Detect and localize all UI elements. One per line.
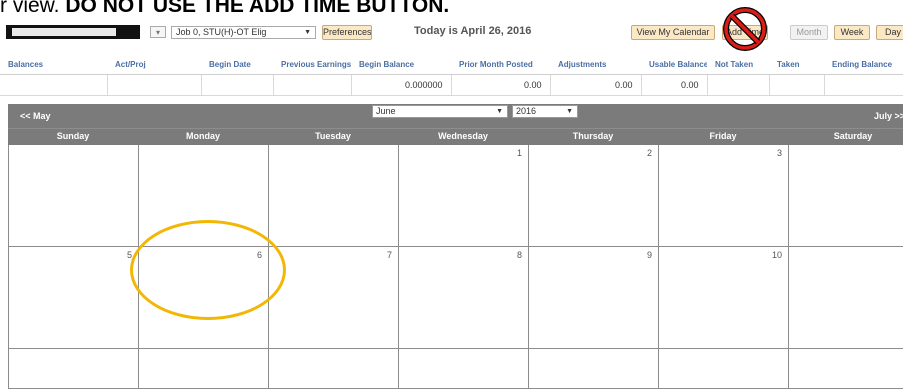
table-cell: 0.00 — [641, 74, 708, 96]
day-view-button[interactable]: Day — [876, 25, 903, 40]
day-cell[interactable]: 9 — [528, 247, 658, 349]
day-cell[interactable]: 10 — [658, 247, 788, 349]
table-cell: 0.00 — [550, 74, 642, 96]
day-cell[interactable]: 3 — [658, 145, 788, 247]
balances-table: Balances Act/Proj Begin Date Previous Ea… — [0, 54, 903, 96]
banner-warning: DO NOT USE THE ADD TIME BUTTON. — [65, 0, 450, 17]
day-cell[interactable]: 7 — [268, 247, 398, 349]
weekday-label: Monday — [185, 131, 220, 141]
day-cell[interactable] — [8, 145, 138, 247]
day-cell[interactable] — [268, 145, 398, 247]
table-cell — [769, 74, 825, 96]
calendar-week-row — [8, 349, 903, 389]
table-cell — [824, 74, 903, 96]
day-number: 2 — [646, 148, 652, 158]
day-cell[interactable] — [528, 349, 658, 389]
job-select[interactable]: Job 0, STU(H)-OT Elig ▼ — [171, 26, 316, 39]
day-cell[interactable] — [8, 349, 138, 389]
col-header: Act/Proj — [107, 54, 201, 75]
chevron-down-icon: ▼ — [566, 108, 573, 115]
day-number: 10 — [771, 250, 782, 260]
day-number: 7 — [386, 250, 392, 260]
weekday-label: Wednesday — [438, 131, 488, 141]
weekday-label: Saturday — [833, 131, 873, 141]
month-view-button[interactable]: Month — [790, 25, 828, 40]
view-my-calendar-button[interactable]: View My Calendar — [631, 25, 715, 40]
day-cell[interactable] — [788, 145, 903, 247]
day-cell[interactable] — [788, 349, 903, 389]
day-number: 9 — [646, 250, 652, 260]
day-cell[interactable]: 2 — [528, 145, 658, 247]
calendar-week-row: 1 2 3 — [8, 145, 903, 247]
calendar-toolbar: ▾ Job 0, STU(H)-OT Elig ▼ Preferences To… — [0, 7, 903, 51]
col-header: Begin Balance — [351, 54, 451, 75]
col-header: Taken — [769, 54, 824, 75]
day-cell[interactable]: 8 — [398, 247, 528, 349]
redacted-employee-select — [6, 25, 140, 39]
col-header: Usable Balance — [641, 54, 707, 75]
day-cell[interactable] — [268, 349, 398, 389]
day-number: 1 — [516, 148, 522, 158]
col-header: Adjustments — [550, 54, 641, 75]
col-header: Prior Month Posted — [451, 54, 550, 75]
day-cell[interactable]: 1 — [398, 145, 528, 247]
today-label: Today is April 26, 2016 — [414, 25, 532, 37]
weekday-header: Sunday Monday Tuesday Wednesday Thursday… — [8, 128, 903, 145]
day-cell[interactable]: 5 — [8, 247, 138, 349]
day-cell[interactable] — [658, 349, 788, 389]
table-cell — [273, 74, 352, 96]
job-select-value: Job 0, STU(H)-OT Elig — [176, 27, 267, 37]
month-select-value: June — [376, 106, 396, 116]
col-header: Begin Date — [201, 54, 273, 75]
weekday-label: Friday — [709, 131, 737, 141]
table-cell — [707, 74, 770, 96]
preferences-button[interactable]: Preferences — [322, 25, 372, 40]
week-view-button[interactable]: Week — [834, 25, 870, 40]
col-header: Ending Balance — [824, 54, 903, 75]
col-header: Balances — [0, 54, 107, 75]
highlight-circle-annotation — [130, 220, 286, 320]
chevron-down-icon: ▼ — [304, 29, 311, 36]
instruction-banner: r view. DO NOT USE THE ADD TIME BUTTON. — [0, 0, 449, 21]
weekday-label: Sunday — [56, 131, 90, 141]
weekday-label: Tuesday — [315, 131, 351, 141]
day-cell[interactable] — [138, 349, 268, 389]
day-number: 8 — [516, 250, 522, 260]
weekday-label: Thursday — [572, 131, 614, 141]
prev-month-link[interactable]: << May — [20, 111, 51, 121]
chevron-down-icon: ▼ — [496, 108, 503, 115]
next-month-link[interactable]: July >> — [874, 111, 903, 121]
prohibited-icon — [723, 7, 767, 51]
day-number: 3 — [776, 148, 782, 158]
table-row: 0.000000 0.00 0.00 0.00 — [0, 74, 903, 96]
banner-prefix: r view. — [0, 0, 60, 17]
col-header: Not Taken — [707, 54, 769, 75]
table-cell: 0.00 — [451, 74, 551, 96]
table-cell: 0.000000 — [351, 74, 452, 96]
table-cell — [201, 74, 274, 96]
calendar-nav-bar: << May June ▼ 2016 ▼ July >> — [8, 104, 903, 128]
month-select[interactable]: June ▼ — [372, 105, 508, 118]
table-cell — [107, 74, 202, 96]
table-cell — [0, 74, 108, 96]
day-cell[interactable] — [788, 247, 903, 349]
col-header: Previous Earnings — [273, 54, 351, 75]
year-select-value: 2016 — [516, 106, 537, 116]
employee-dropdown-button[interactable]: ▾ — [150, 26, 166, 38]
day-cell[interactable] — [398, 349, 528, 389]
balances-header-row: Balances Act/Proj Begin Date Previous Ea… — [0, 54, 903, 75]
year-select[interactable]: 2016 ▼ — [512, 105, 578, 118]
